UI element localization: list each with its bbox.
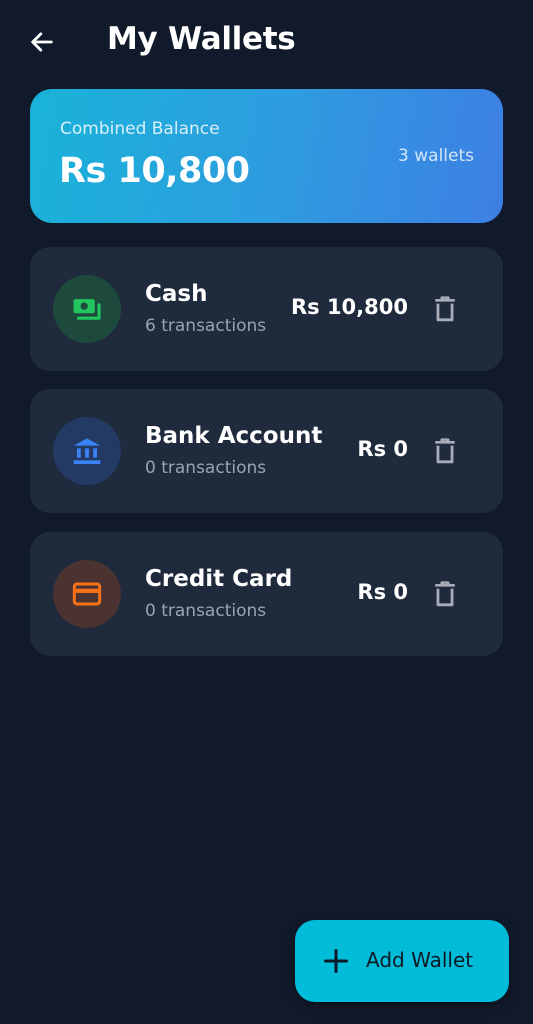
plus-icon — [323, 948, 349, 974]
balance-amount: Rs 10,800 — [59, 151, 250, 191]
trash-icon — [435, 296, 455, 322]
wallet-icon-container — [53, 560, 121, 628]
wallet-name: Credit Card — [145, 566, 293, 592]
wallet-icon-container — [53, 275, 121, 343]
bank-icon — [73, 438, 101, 465]
arrow-left-icon — [31, 32, 53, 52]
wallet-transactions: 0 transactions — [145, 458, 267, 478]
balance-label: Combined Balance — [60, 119, 220, 139]
wallet-amount: Rs 10,800 — [290, 295, 408, 319]
delete-button[interactable] — [429, 434, 461, 468]
wallet-transactions: 0 transactions — [145, 601, 267, 621]
page-title: My Wallets — [107, 21, 296, 57]
add-wallet-label: Add Wallet — [366, 948, 474, 972]
back-button[interactable] — [24, 24, 60, 60]
wallet-amount: Rs 0 — [357, 437, 408, 461]
money-icon — [73, 299, 101, 320]
app-header: My Wallets — [0, 0, 533, 84]
wallet-count: 3 wallets — [398, 146, 474, 166]
wallet-name: Bank Account — [145, 423, 323, 449]
wallet-amount: Rs 0 — [357, 580, 408, 604]
combined-balance-card: Combined Balance Rs 10,800 3 wallets — [30, 89, 503, 223]
wallets-screen: My Wallets Combined Balance Rs 10,800 3 … — [0, 0, 533, 1024]
delete-button[interactable] — [429, 577, 461, 611]
wallet-name: Cash — [145, 281, 208, 307]
trash-icon — [435, 438, 455, 464]
wallet-item-cash[interactable]: Cash 6 transactions Rs 10,800 — [30, 247, 503, 371]
trash-icon — [435, 581, 455, 607]
credit-card-icon — [72, 582, 102, 606]
wallet-item-bank-account[interactable]: Bank Account 0 transactions Rs 0 — [30, 389, 503, 513]
wallet-item-credit-card[interactable]: Credit Card 0 transactions Rs 0 — [30, 532, 503, 656]
add-wallet-button[interactable]: Add Wallet — [295, 920, 509, 1002]
wallet-transactions: 6 transactions — [145, 316, 267, 336]
wallet-icon-container — [53, 417, 121, 485]
delete-button[interactable] — [429, 292, 461, 326]
